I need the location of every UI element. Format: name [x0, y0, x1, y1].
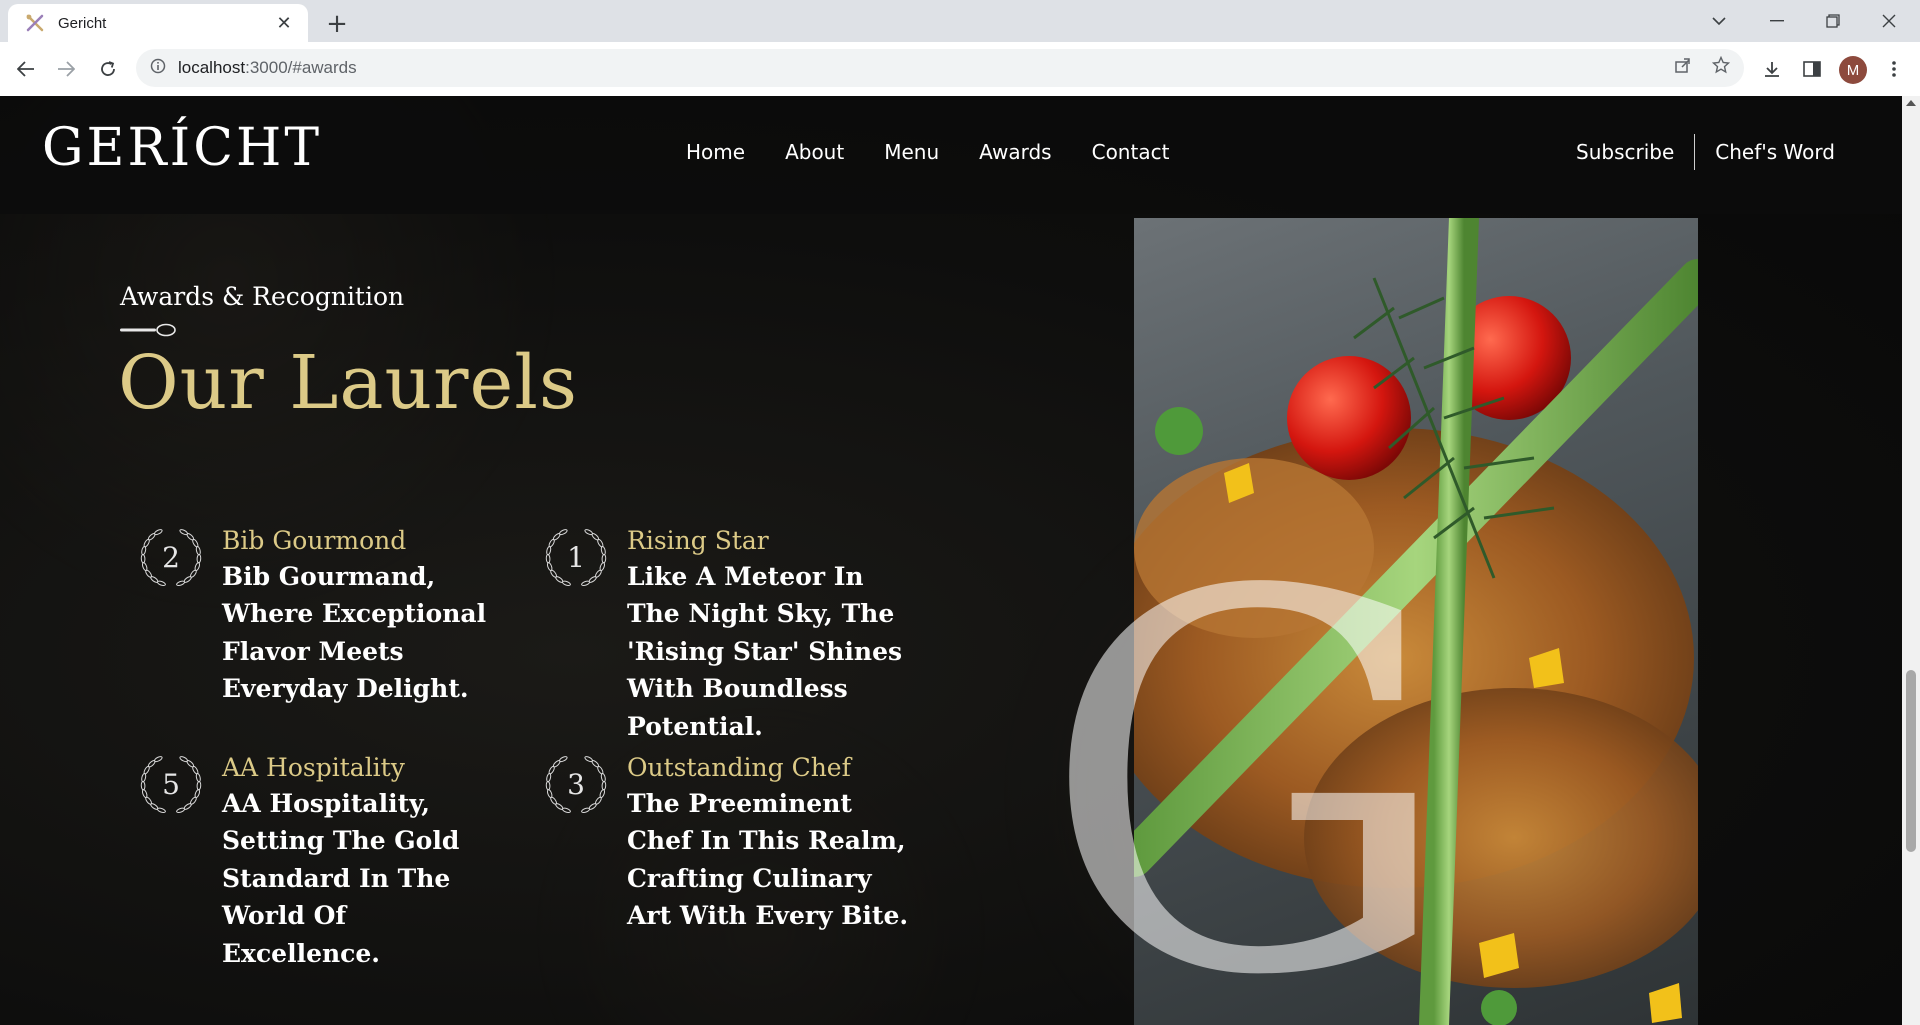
award-item: 3 Outstanding Chef The Preeminent Chef I… — [543, 751, 917, 935]
award-title: Bib Gourmond — [222, 526, 407, 555]
tab-search-icon[interactable] — [1696, 6, 1742, 36]
nav-divider — [1694, 134, 1696, 170]
award-item: 2 Bib Gourmond Bib Gourmand, Where Excep… — [138, 524, 512, 708]
address-bar[interactable]: localhost:3000/#awards — [136, 49, 1744, 87]
laurel-wreath-icon: 1 — [543, 524, 609, 590]
minimize-button[interactable] — [1754, 6, 1800, 36]
more-menu-icon[interactable] — [1878, 53, 1910, 85]
nav-link-contact[interactable]: Contact — [1092, 140, 1170, 164]
tab-close-icon[interactable]: ✕ — [272, 11, 296, 35]
bookmark-star-icon[interactable] — [1711, 55, 1731, 78]
url-host: localhost — [178, 58, 246, 77]
url-path: :3000/#awards — [245, 58, 357, 77]
award-description: Like A Meteor In The Night Sky, The 'Ris… — [627, 561, 903, 741]
nav-actions: Subscribe Chef's Word — [1576, 134, 1835, 170]
award-number: 1 — [567, 540, 585, 574]
award-description: The Preeminent Chef In This Realm, Craft… — [627, 788, 909, 931]
nav-links: Home About Menu Awards Contact — [686, 140, 1169, 164]
browser-chrome: Gericht ✕ + localhost:3000/#awards M — [0, 0, 1920, 96]
award-number: 2 — [162, 540, 180, 574]
section-headline: Our Laurels — [118, 340, 578, 426]
page-viewport: GERÍCHT Home About Menu Awards Contact S… — [0, 96, 1902, 1025]
award-description: Bib Gourmand, Where Exceptional Flavor M… — [222, 561, 487, 704]
nav-link-home[interactable]: Home — [686, 140, 745, 164]
scroll-up-arrow-icon[interactable] — [1906, 100, 1916, 106]
page-scrollbar[interactable] — [1902, 96, 1920, 1025]
new-tab-button[interactable]: + — [322, 9, 352, 39]
restore-button[interactable] — [1810, 6, 1856, 36]
share-icon[interactable] — [1674, 56, 1692, 78]
nav-link-menu[interactable]: Menu — [884, 140, 939, 164]
browser-toolbar: localhost:3000/#awards M — [0, 42, 1920, 96]
award-title: Outstanding Chef — [627, 753, 851, 782]
award-item: 5 AA Hospitality AA Hospitality, Setting… — [138, 751, 512, 972]
award-number: 3 — [567, 767, 585, 801]
section-subtitle: Awards & Recognition — [120, 282, 405, 311]
back-arrow-icon[interactable] — [10, 53, 42, 85]
site-logo[interactable]: GERÍCHT — [42, 118, 322, 178]
close-window-button[interactable] — [1866, 6, 1912, 36]
laurel-wreath-icon: 2 — [138, 524, 204, 590]
reload-icon[interactable] — [92, 53, 124, 85]
spoon-divider-icon — [120, 322, 176, 341]
tab-strip: Gericht ✕ + — [0, 0, 1920, 42]
award-number: 5 — [162, 767, 180, 801]
forward-arrow-icon[interactable] — [50, 53, 82, 85]
url-text: localhost:3000/#awards — [178, 58, 357, 78]
side-panel-icon[interactable] — [1796, 53, 1828, 85]
award-description: AA Hospitality, Setting The Gold Standar… — [222, 788, 460, 968]
chefs-word-link[interactable]: Chef's Word — [1715, 134, 1835, 170]
scrollbar-thumb[interactable] — [1906, 670, 1916, 852]
award-title: Rising Star — [627, 526, 769, 555]
site-info-icon[interactable] — [150, 58, 166, 78]
profile-avatar[interactable]: M — [1839, 56, 1867, 84]
gericht-favicon-icon — [24, 12, 46, 34]
laurel-wreath-icon: 5 — [138, 751, 204, 817]
nav-link-awards[interactable]: Awards — [979, 140, 1051, 164]
browser-tab[interactable]: Gericht ✕ — [8, 4, 308, 42]
nav-link-about[interactable]: About — [785, 140, 844, 164]
subscribe-link[interactable]: Subscribe — [1576, 134, 1674, 170]
site-navbar: GERÍCHT Home About Menu Awards Contact S… — [0, 96, 1902, 214]
tab-title: Gericht — [58, 14, 107, 32]
laurel-wreath-icon: 3 — [543, 751, 609, 817]
download-icon[interactable] — [1756, 53, 1788, 85]
award-item: 1 Rising Star Like A Meteor In The Night… — [543, 524, 917, 745]
food-photo — [1134, 218, 1698, 1025]
award-title: AA Hospitality — [222, 753, 405, 782]
